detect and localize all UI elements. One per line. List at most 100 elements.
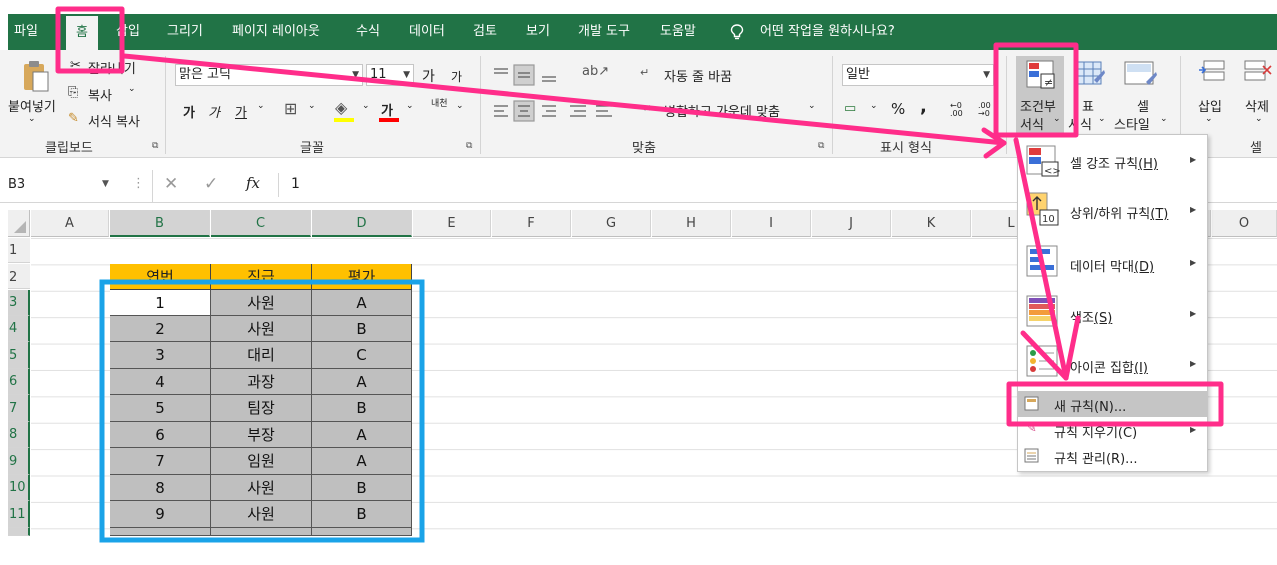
table-cell[interactable]: 2 [110, 316, 211, 342]
bold-button[interactable]: 가 [183, 102, 195, 121]
menu-item-top-bottom[interactable]: 상위/하위 규칙(T) [1070, 203, 1259, 222]
cell-styles-label-2[interactable]: 스타일 [1114, 114, 1150, 133]
table-cell[interactable]: C [312, 342, 412, 369]
column-header-c[interactable]: C [211, 210, 311, 237]
table-cell-active[interactable]: 1 [110, 290, 211, 316]
tab-formulas[interactable]: 수식 [356, 14, 380, 50]
menu-item-color-scales[interactable]: 색조(S) [1070, 307, 1259, 326]
column-header-k[interactable]: K [892, 210, 971, 237]
tab-page-layout[interactable]: 페이지 레이아웃 [232, 14, 320, 50]
shrink-font-button[interactable]: 가 [451, 68, 462, 85]
cell-styles-label-1[interactable]: 셀 [1137, 96, 1149, 115]
insert-function-icon[interactable]: fx [246, 174, 260, 192]
table-cell[interactable]: 6 [110, 422, 211, 448]
menu-item-clear-rules[interactable]: ✎ 규칙 지우기(C) ▶ [1018, 419, 1207, 441]
table-cell[interactable]: 임원 [211, 448, 312, 475]
decrease-decimal-icon[interactable]: .00 →0 [978, 102, 991, 118]
column-header-f[interactable]: F [492, 210, 571, 237]
wrap-text-icon[interactable]: ↵ [640, 66, 649, 79]
cut-button[interactable]: 잘라내기 [88, 58, 136, 77]
number-format-select[interactable]: 일반 ▼ [842, 64, 994, 86]
table-cell[interactable]: 대리 [211, 342, 312, 369]
format-as-table-label-2[interactable]: 서식 [1068, 114, 1092, 133]
font-size-select[interactable]: 11 ▼ [366, 64, 414, 86]
column-header-e[interactable]: E [413, 210, 491, 237]
copy-dropdown-icon[interactable]: ⌄ [128, 84, 136, 94]
column-header-h[interactable]: H [652, 210, 731, 237]
row-header-2[interactable]: 2 [8, 264, 30, 289]
row-header-3[interactable]: 3 [8, 290, 30, 316]
horizontal-align-icons[interactable] [490, 100, 630, 122]
underline-button[interactable]: 가 [235, 102, 247, 121]
column-header-j[interactable]: J [812, 210, 891, 237]
table-cell-partial[interactable] [312, 528, 412, 536]
enter-icon[interactable]: ✓ [204, 174, 218, 194]
delete-cells-button[interactable]: 삭제 [1245, 96, 1269, 115]
phonetic-guide-button[interactable]: 내천 [431, 99, 448, 109]
menu-item-data-bars[interactable]: 데이터 막대(D) [1070, 256, 1259, 275]
table-cell[interactable]: 과장 [211, 369, 312, 395]
column-header-a[interactable]: A [31, 210, 109, 237]
name-box-dropdown-icon[interactable]: ▼ [102, 179, 109, 189]
comma-button[interactable]: , [920, 96, 927, 117]
table-cell[interactable]: 3 [110, 342, 211, 369]
tab-draw[interactable]: 그리기 [167, 14, 203, 50]
table-cell[interactable]: B [312, 395, 412, 422]
currency-icon[interactable]: ▭ [844, 101, 856, 116]
table-cell[interactable]: 부장 [211, 422, 312, 448]
format-as-table-icon[interactable] [1074, 60, 1106, 90]
grow-font-button[interactable]: 가 [422, 66, 435, 86]
italic-button[interactable]: 가 [208, 102, 220, 121]
currency-dropdown-icon[interactable]: ⌄ [870, 101, 878, 111]
table-cell[interactable]: B [312, 501, 412, 528]
menu-item-icon-sets[interactable]: 아이콘 집합(I) [1070, 357, 1259, 376]
menu-item-manage-rules[interactable]: 규칙 관리(R)... [1018, 445, 1207, 467]
format-painter-icon[interactable]: ✎ [68, 111, 79, 126]
table-cell[interactable]: A [312, 290, 412, 316]
table-cell[interactable]: A [312, 448, 412, 475]
table-cell-partial[interactable] [211, 528, 312, 536]
copy-icon[interactable]: ⎘ [68, 85, 78, 100]
copy-button[interactable]: 복사 [88, 85, 112, 104]
tab-file[interactable]: 파일 [14, 14, 38, 50]
phonetic-dropdown-icon[interactable]: ⌄ [456, 101, 464, 111]
name-box[interactable]: B3 [8, 177, 25, 192]
scissors-icon[interactable]: ✂ [70, 58, 81, 73]
tell-me-search[interactable]: 어떤 작업을 원하시나요? [760, 14, 895, 50]
row-header-11[interactable]: 11 [8, 501, 30, 528]
tab-data[interactable]: 데이터 [409, 14, 445, 50]
table-header-cell[interactable]: 평가 [312, 264, 412, 290]
row-header-12[interactable] [8, 528, 30, 536]
row-header-10[interactable]: 10 [8, 475, 30, 501]
font-name-select[interactable]: 맑은 고딕 ▼ [175, 64, 363, 86]
percent-button[interactable]: % [891, 100, 905, 118]
merge-dropdown-icon[interactable]: ⌄ [808, 101, 816, 111]
column-header-d[interactable]: D [312, 210, 412, 237]
font-color-dropdown-icon[interactable]: ⌄ [406, 101, 414, 111]
wrap-text-button[interactable]: 자동 줄 바꿈 [664, 66, 732, 85]
table-cell[interactable]: B [312, 316, 412, 342]
insert-cells-icon[interactable] [1198, 58, 1228, 90]
delete-cells-icon[interactable] [1243, 58, 1273, 90]
tab-review[interactable]: 검토 [473, 14, 497, 50]
insert-cells-button[interactable]: 삽입 [1198, 96, 1222, 115]
select-all-corner[interactable] [8, 210, 30, 237]
tab-help[interactable]: 도움말 [660, 14, 696, 50]
table-cell[interactable]: 사원 [211, 316, 312, 342]
table-header-cell[interactable]: 직급 [211, 264, 312, 290]
row-header-6[interactable]: 6 [8, 369, 30, 395]
table-cell[interactable]: 사원 [211, 501, 312, 528]
table-cell[interactable]: A [312, 422, 412, 448]
table-cell[interactable]: 사원 [211, 475, 312, 501]
column-header-i[interactable]: I [732, 210, 811, 237]
menu-item-highlight-cells[interactable]: 셀 강조 규칙(H) [1070, 153, 1259, 172]
merge-center-button[interactable]: 병합하고 가운데 맞춤 [664, 101, 780, 120]
tab-home[interactable]: 홈 [66, 16, 98, 50]
row-header-1[interactable]: 1 [8, 238, 30, 263]
table-header-cell[interactable]: 연번 [110, 264, 211, 290]
tab-insert[interactable]: 삽입 [116, 14, 140, 50]
alignment-launcher-icon[interactable]: ⧉ [818, 141, 824, 151]
borders-dropdown-icon[interactable]: ⌄ [308, 101, 316, 111]
table-cell[interactable]: 7 [110, 448, 211, 475]
merge-center-icon[interactable]: ⇔ [642, 101, 653, 116]
